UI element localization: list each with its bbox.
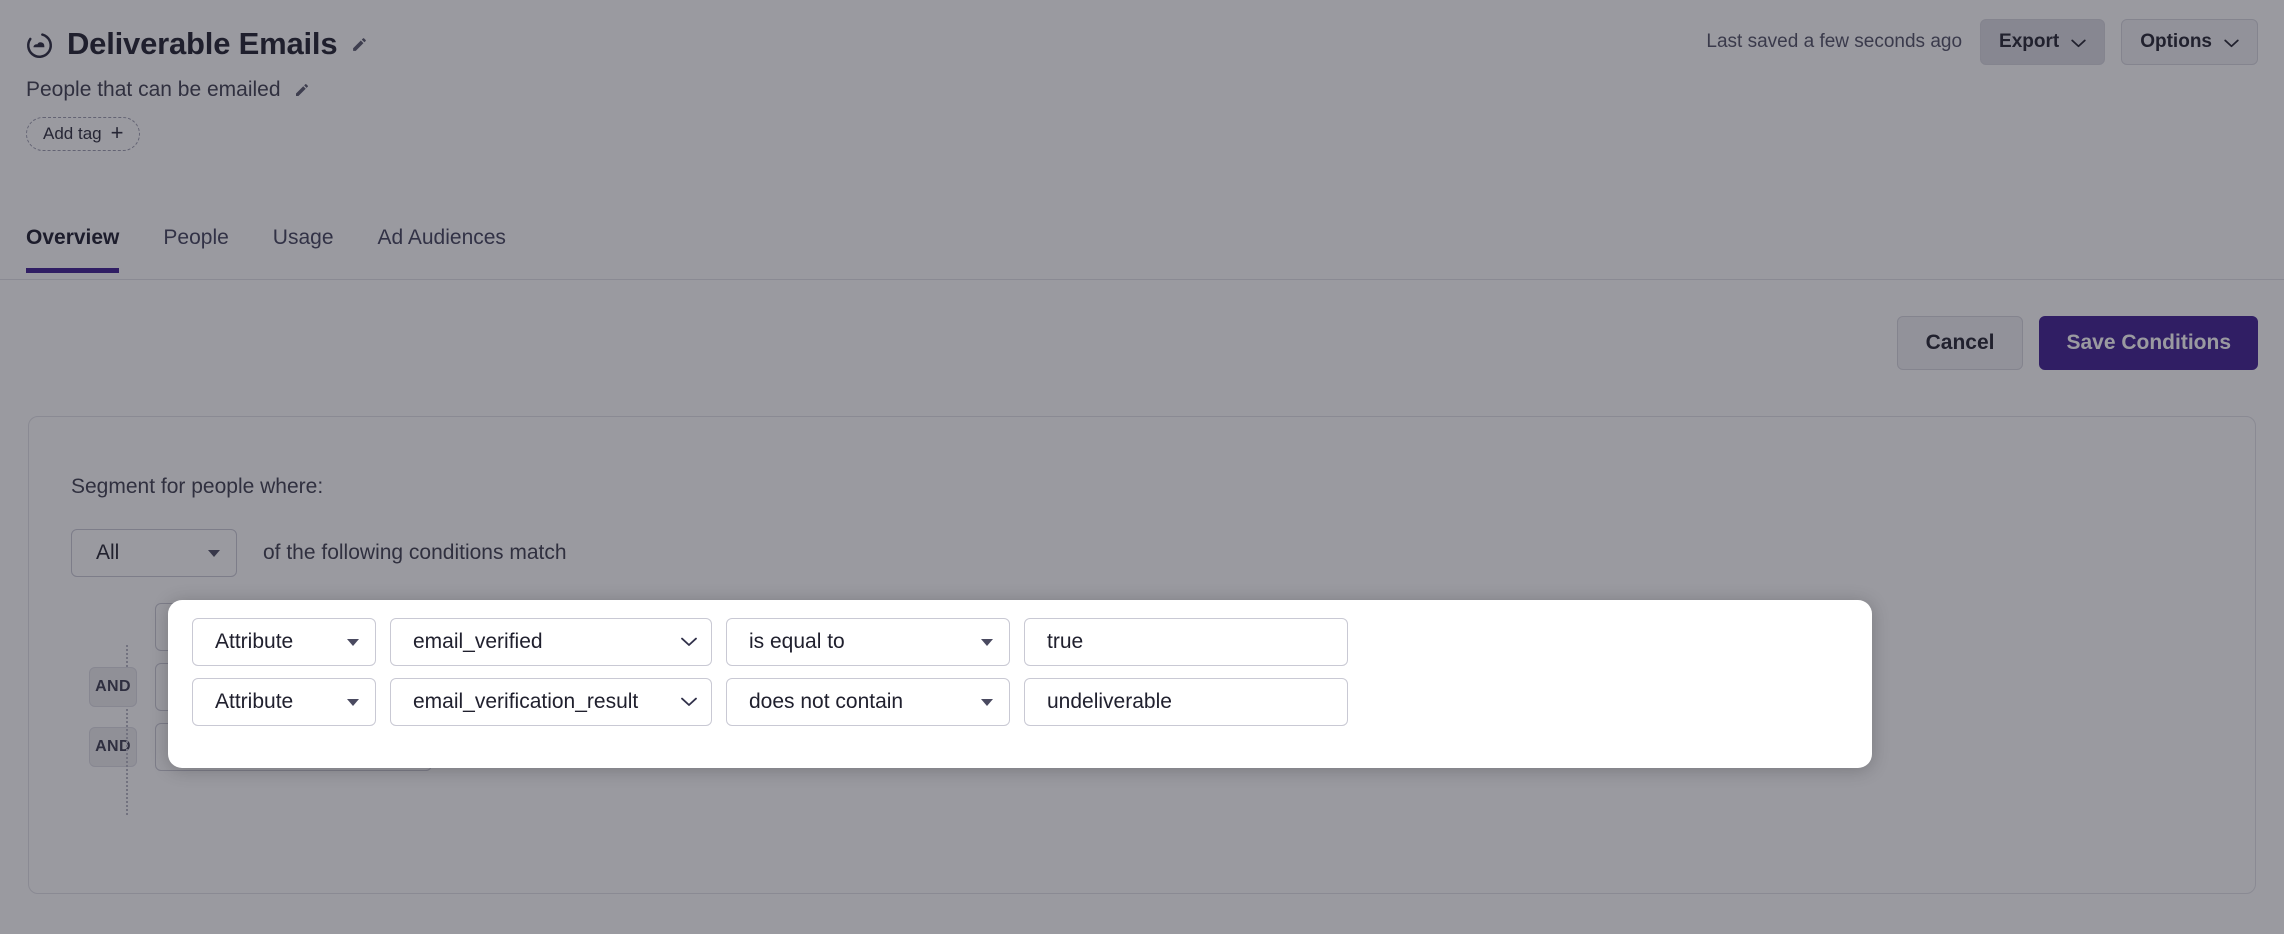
- tab-ad-audiences[interactable]: Ad Audiences: [378, 218, 506, 273]
- edit-subtitle-pencil-icon[interactable]: [294, 82, 310, 98]
- tab-people[interactable]: People: [163, 218, 228, 273]
- condition-row: Attribute email_verified is equal to tru…: [192, 618, 1872, 666]
- connector-slot: AND: [71, 723, 155, 771]
- condition-attribute-select[interactable]: email_verification_result: [390, 678, 712, 726]
- connector-slot: AND: [71, 663, 155, 711]
- tab-overview[interactable]: Overview: [26, 218, 120, 273]
- add-tag-button[interactable]: Add tag +: [26, 117, 141, 151]
- export-label: Export: [1999, 31, 2060, 52]
- caret-down-icon: [208, 550, 220, 557]
- page-subtitle: People that can be emailed: [26, 78, 281, 101]
- chevron-down-icon: [2224, 39, 2239, 48]
- add-tag-label: Add tag: [43, 124, 102, 143]
- condition-type-select[interactable]: Attribute: [192, 618, 376, 666]
- header-actions: Last saved a few seconds ago Export Opti…: [1706, 19, 2258, 65]
- caret-down-icon: [347, 639, 359, 646]
- form-actions: Cancel Save Conditions: [1896, 316, 2258, 370]
- and-connector-badge[interactable]: AND: [89, 667, 137, 707]
- match-mode-select[interactable]: All: [71, 529, 237, 577]
- condition-value-input[interactable]: true: [1024, 618, 1348, 666]
- chevron-down-icon: [681, 637, 697, 647]
- condition-value-text: undeliverable: [1047, 690, 1172, 713]
- connector-slot: [71, 603, 155, 651]
- condition-type-value: Attribute: [215, 630, 294, 653]
- tab-usage[interactable]: Usage: [273, 218, 334, 273]
- match-mode-row: All of the following conditions match: [71, 529, 2255, 577]
- condition-attribute-value: email_verification_result: [413, 690, 639, 713]
- caret-down-icon: [981, 639, 993, 646]
- segment-circle-icon: [26, 32, 53, 59]
- page-header: Deliverable Emails People that can be em…: [0, 0, 2284, 151]
- condition-type-select[interactable]: Attribute: [192, 678, 376, 726]
- cancel-button[interactable]: Cancel: [1896, 316, 2024, 370]
- plus-icon: +: [110, 120, 124, 145]
- export-button[interactable]: Export: [1980, 19, 2106, 65]
- condition-value-text: true: [1047, 630, 1084, 653]
- condition-operator-select[interactable]: is equal to: [726, 618, 1010, 666]
- subtitle-row: People that can be emailed: [26, 76, 2244, 104]
- condition-operator-select[interactable]: does not contain: [726, 678, 1010, 726]
- condition-attribute-select[interactable]: email_verified: [390, 618, 712, 666]
- condition-operator-value: is equal to: [749, 630, 845, 653]
- options-button[interactable]: Options: [2121, 19, 2258, 65]
- options-label: Options: [2140, 31, 2212, 52]
- edit-title-pencil-icon[interactable]: [351, 36, 368, 53]
- match-mode-text: of the following conditions match: [263, 541, 567, 564]
- segment-label: Segment for people where:: [71, 475, 324, 498]
- save-conditions-button[interactable]: Save Conditions: [2039, 316, 2258, 370]
- focused-conditions-popup: Attribute email_verified is equal to tru…: [168, 600, 1872, 768]
- condition-operator-value: does not contain: [749, 690, 904, 713]
- condition-attribute-value: email_verified: [413, 630, 543, 653]
- condition-value-input[interactable]: undeliverable: [1024, 678, 1348, 726]
- last-saved-status: Last saved a few seconds ago: [1706, 31, 1963, 52]
- caret-down-icon: [981, 699, 993, 706]
- caret-down-icon: [347, 699, 359, 706]
- condition-type-value: Attribute: [215, 690, 294, 713]
- tab-bar: Overview People Usage Ad Audiences: [0, 218, 2284, 280]
- segment-detail-page: Deliverable Emails People that can be em…: [0, 0, 2284, 934]
- chevron-down-icon: [2071, 39, 2086, 48]
- page-title: Deliverable Emails: [67, 26, 338, 61]
- match-mode-value: All: [96, 541, 120, 564]
- chevron-down-icon: [681, 697, 697, 707]
- and-connector-badge[interactable]: AND: [89, 727, 137, 767]
- condition-row: Attribute email_verification_result does…: [192, 678, 1872, 726]
